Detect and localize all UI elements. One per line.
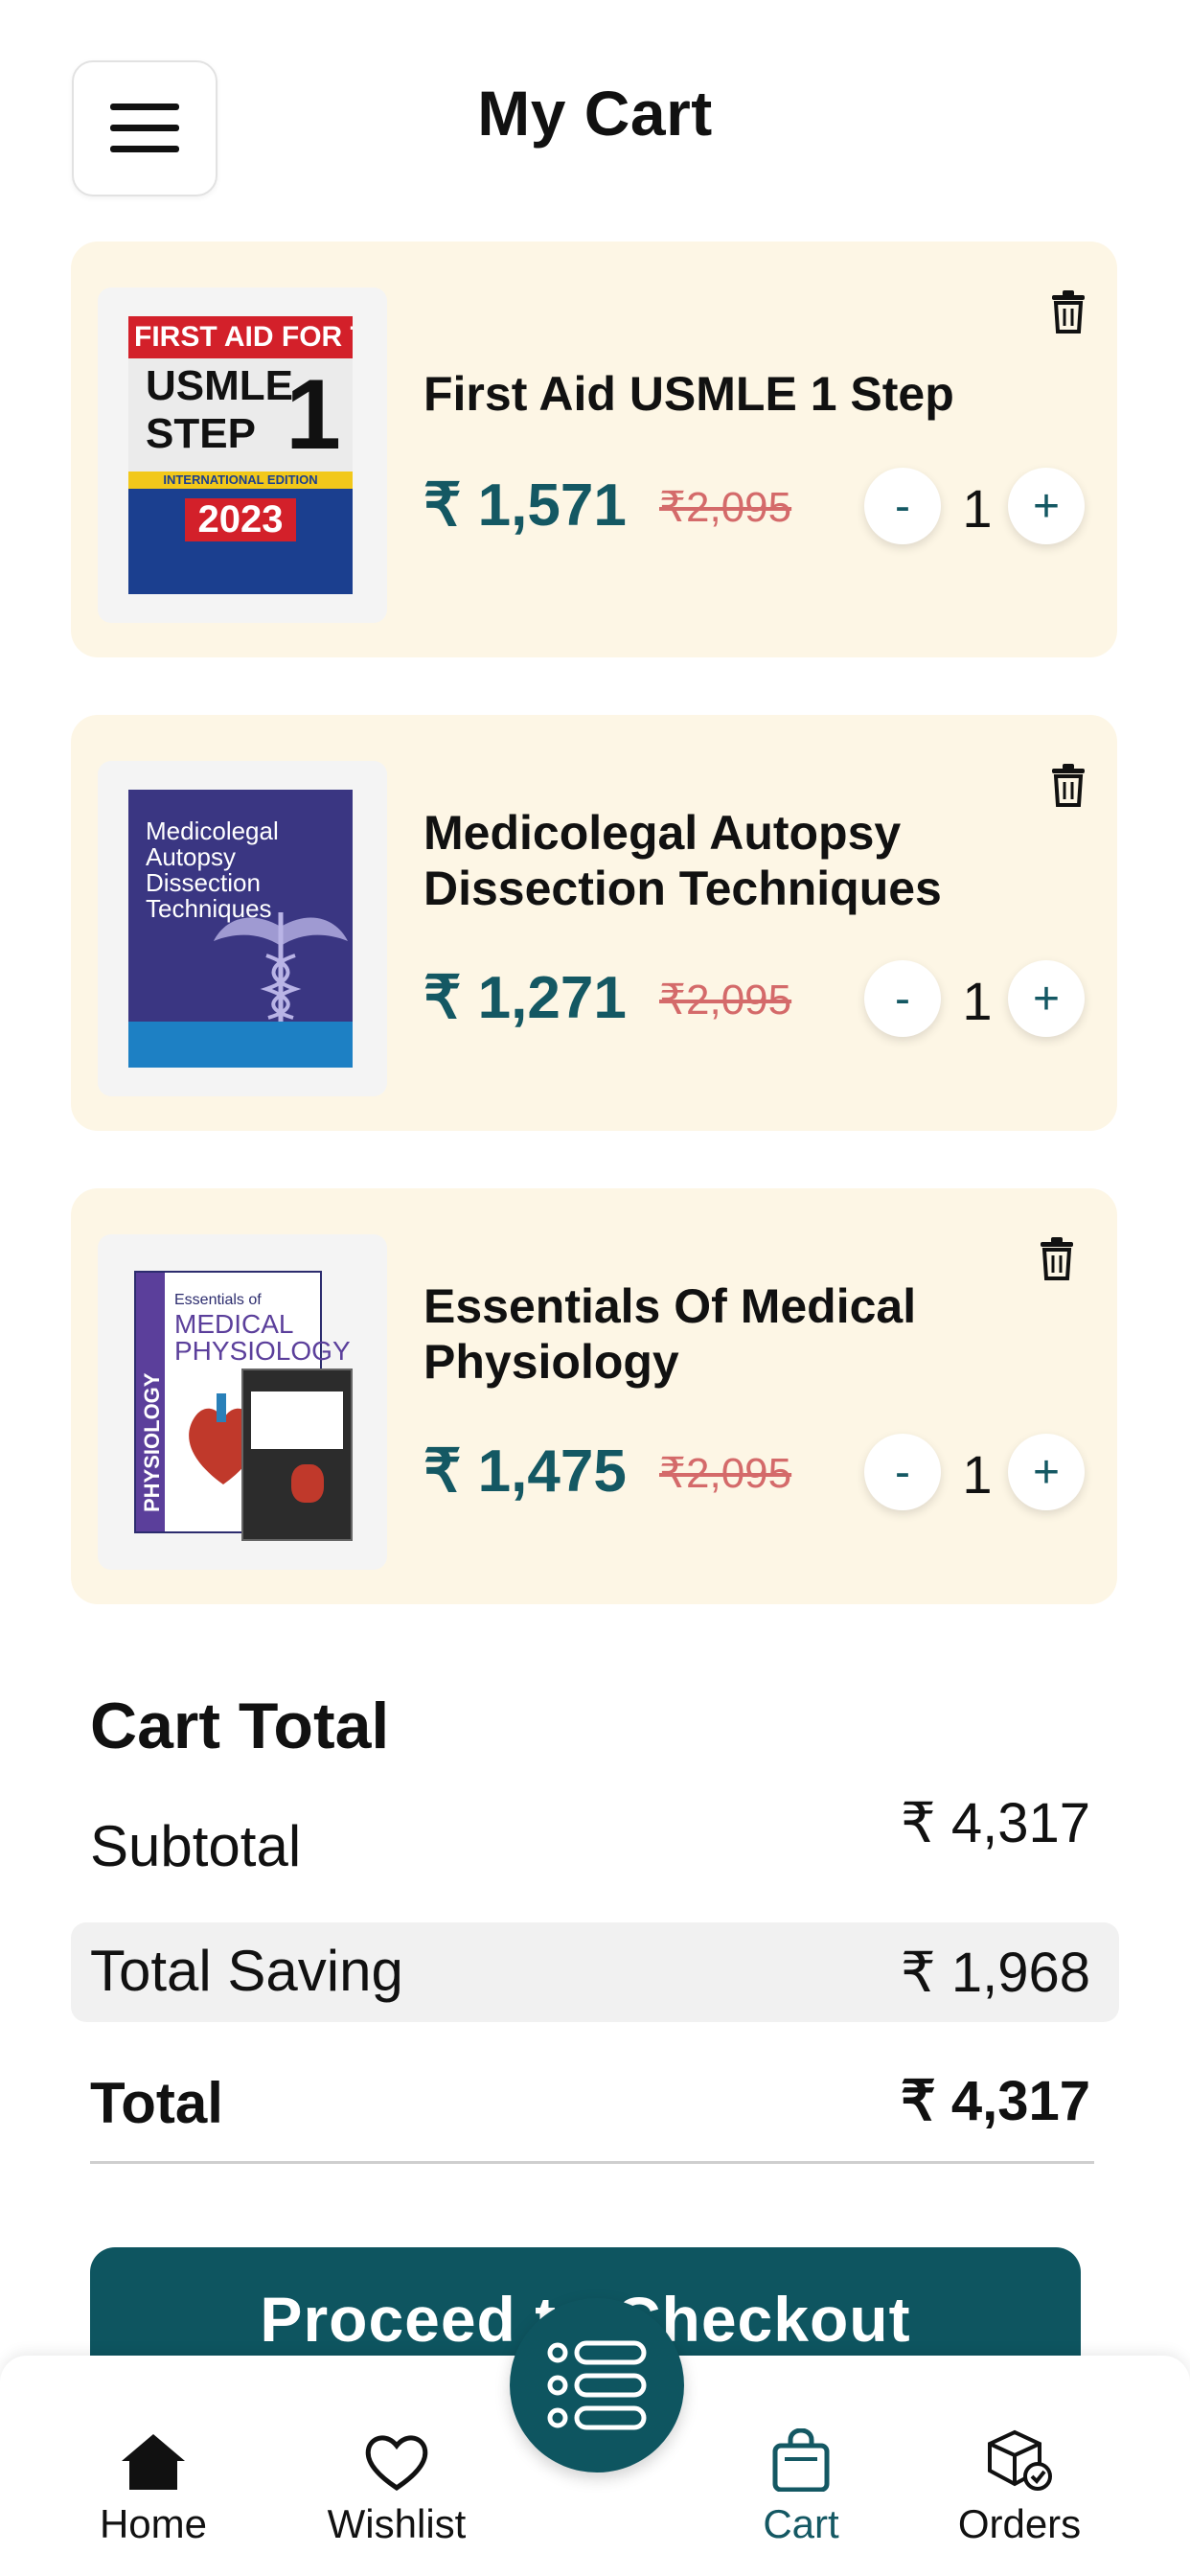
cart-item: Medicolegal Autopsy Dissection Technique… xyxy=(71,715,1117,1131)
cover-text: Autopsy xyxy=(146,842,236,871)
cover-text: FIRST AID FOR THE® xyxy=(128,316,353,358)
divider xyxy=(90,2161,1094,2164)
trash-icon xyxy=(1052,764,1085,807)
product-mrp: ₹2,095 xyxy=(659,484,792,531)
menu-fab-button[interactable] xyxy=(510,2298,684,2472)
product-image[interactable]: PHYSIOLOGY Essentials of MEDICAL PHYSIOL… xyxy=(98,1234,387,1570)
page-title: My Cart xyxy=(477,78,713,149)
product-title[interactable]: First Aid USMLE 1 Step xyxy=(423,366,1037,422)
cover-text: 2023 xyxy=(184,498,297,541)
nav-wishlist[interactable]: Wishlist xyxy=(291,2419,502,2547)
cover-text: Medicolegal xyxy=(146,816,279,845)
trash-icon xyxy=(1052,290,1085,334)
bag-icon xyxy=(772,2428,830,2492)
total-value: ₹ 4,317 xyxy=(900,2070,1090,2132)
nav-label: Home xyxy=(99,2501,208,2546)
nav-label: Orders xyxy=(957,2501,1082,2546)
home-icon xyxy=(122,2434,185,2490)
trash-icon xyxy=(1041,1237,1073,1280)
quantity-value: 1 xyxy=(962,1444,993,1505)
nav-label: Wishlist xyxy=(327,2501,467,2546)
subtotal-value: ₹ 4,317 xyxy=(900,1792,1090,1854)
cover-text-line: PHYSIOLOGY xyxy=(174,1336,351,1366)
product-price: ₹ 1,271 xyxy=(423,965,627,1031)
product-mrp: ₹2,095 xyxy=(659,977,792,1024)
total-saving-label: Total Saving xyxy=(90,1939,403,2003)
box-icon xyxy=(988,2429,1052,2491)
cover-text: Dissection xyxy=(146,868,261,897)
nav-label: Cart xyxy=(763,2501,839,2546)
increase-quantity-button[interactable]: + xyxy=(1008,1434,1085,1510)
nav-cart[interactable]: Cart xyxy=(696,2419,906,2547)
decrease-quantity-button[interactable]: - xyxy=(864,960,941,1037)
product-title-line: Dissection Techniques xyxy=(423,862,942,915)
nav-home[interactable]: Home xyxy=(48,2419,259,2547)
product-price: ₹ 1,571 xyxy=(423,472,627,539)
increase-quantity-button[interactable]: + xyxy=(1008,468,1085,544)
total-label: Total xyxy=(90,2071,223,2135)
cover-text: USMLE xyxy=(146,362,293,409)
heart-icon xyxy=(365,2435,428,2492)
product-title-line: Physiology xyxy=(423,1335,679,1389)
cover-text: INTERNATIONAL EDITION xyxy=(128,472,353,489)
cart-item: FIRST AID FOR THE® USMLE STEP 1 INTERNAT… xyxy=(71,242,1117,657)
book-cover: PHYSIOLOGY Essentials of MEDICAL PHYSIOL… xyxy=(128,1263,353,1541)
cover-text: 1 xyxy=(286,359,341,471)
nav-orders[interactable]: Orders xyxy=(914,2419,1125,2547)
product-price: ₹ 1,475 xyxy=(423,1438,627,1505)
delete-button[interactable] xyxy=(1048,761,1088,809)
decrease-quantity-button[interactable]: - xyxy=(864,1434,941,1510)
list-icon xyxy=(547,2340,647,2430)
cover-text-line: MEDICAL xyxy=(174,1309,294,1339)
cover-text: MEDICAL PHYSIOLOGY xyxy=(174,1311,351,1365)
cover-text: STEP xyxy=(146,410,256,457)
product-image[interactable]: FIRST AID FOR THE® USMLE STEP 1 INTERNAT… xyxy=(98,288,387,623)
cart-total-heading: Cart Total xyxy=(90,1690,390,1762)
product-title[interactable]: Medicolegal Autopsy Dissection Technique… xyxy=(423,805,1037,916)
product-image[interactable]: Medicolegal Autopsy Dissection Technique… xyxy=(98,761,387,1096)
book-cover: FIRST AID FOR THE® USMLE STEP 1 INTERNAT… xyxy=(128,316,353,594)
cover-text: Essentials of xyxy=(174,1292,262,1308)
increase-quantity-button[interactable]: + xyxy=(1008,960,1085,1037)
quantity-value: 1 xyxy=(962,478,993,539)
cover-text: PHYSIOLOGY xyxy=(140,1372,164,1512)
decrease-quantity-button[interactable]: - xyxy=(864,468,941,544)
product-title[interactable]: Essentials Of Medical Physiology xyxy=(423,1278,1037,1390)
subtotal-label: Subtotal xyxy=(90,1814,302,1878)
cart-item: PHYSIOLOGY Essentials of MEDICAL PHYSIOL… xyxy=(71,1188,1117,1604)
total-saving-value: ₹ 1,968 xyxy=(900,1942,1090,2004)
book-cover: Medicolegal Autopsy Dissection Technique… xyxy=(128,790,353,1068)
product-title-line: Medicolegal Autopsy xyxy=(423,806,902,860)
delete-button[interactable] xyxy=(1048,288,1088,335)
caduceus-icon xyxy=(214,912,348,1023)
product-mrp: ₹2,095 xyxy=(659,1450,792,1497)
delete-button[interactable] xyxy=(1037,1234,1077,1282)
quantity-value: 1 xyxy=(962,971,993,1031)
product-title-line: Essentials Of Medical xyxy=(423,1279,917,1333)
